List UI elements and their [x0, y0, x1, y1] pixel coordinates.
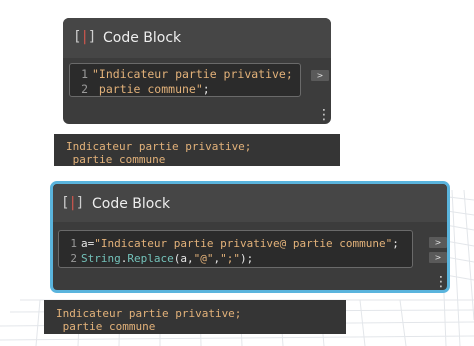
code-line-1: 1 "Indicateur partie privative; — [76, 67, 300, 82]
node-title: Code Block — [103, 30, 182, 46]
node-title: Code Block — [92, 196, 171, 212]
code-token: Replace — [127, 252, 174, 265]
output-port-1[interactable]: > — [429, 237, 447, 248]
node-2-preview: Indicateur partie privative; partie comm… — [44, 300, 346, 334]
output-port[interactable]: > — [311, 70, 329, 81]
code-token: ; — [392, 237, 399, 250]
code-block-bracket-icon: [|] — [73, 29, 96, 45]
code-block-bracket-icon: [|] — [61, 195, 84, 211]
code-token: a= — [81, 237, 95, 250]
code-token: "Indicateur partie privative@ partie com… — [94, 237, 393, 250]
code-token: ); — [239, 252, 254, 265]
code-editor[interactable]: 1 "Indicateur partie privative; 2 partie … — [69, 63, 301, 97]
node-menu-icon[interactable]: ⋮ — [434, 275, 448, 289]
code-token: ; — [202, 82, 210, 96]
code-editor[interactable]: 1 a="Indicateur partie privative@ partie … — [58, 230, 413, 268]
code-block-node-2[interactable]: [|] Code Block 1 a="Indicateur partie pri… — [50, 181, 450, 293]
code-token: ";" — [220, 252, 240, 265]
code-line-1: 1 a="Indicateur partie privative@ partie … — [65, 236, 412, 251]
code-line-2: 2 String.Replace(a,"@",";"); — [65, 251, 412, 266]
code-token: partie commune" — [92, 82, 203, 96]
node-1-preview: Indicateur partie privative; partie comm… — [54, 134, 340, 166]
line-number: 2 — [70, 252, 77, 265]
code-token: String — [81, 252, 121, 265]
node-menu-icon[interactable]: ⋮ — [317, 108, 331, 122]
code-line-2: 2 partie commune"; — [76, 82, 300, 97]
code-token: (a, — [173, 252, 194, 265]
line-number: 1 — [81, 67, 88, 81]
code-token: "Indicateur partie privative; — [92, 67, 293, 81]
line-number: 1 — [70, 237, 77, 250]
line-number: 2 — [81, 82, 88, 96]
code-block-node-1[interactable]: [|] Code Block 1 "Indicateur partie priva… — [63, 18, 331, 124]
code-token: "@" — [193, 252, 214, 265]
output-port-2[interactable]: > — [429, 252, 447, 263]
